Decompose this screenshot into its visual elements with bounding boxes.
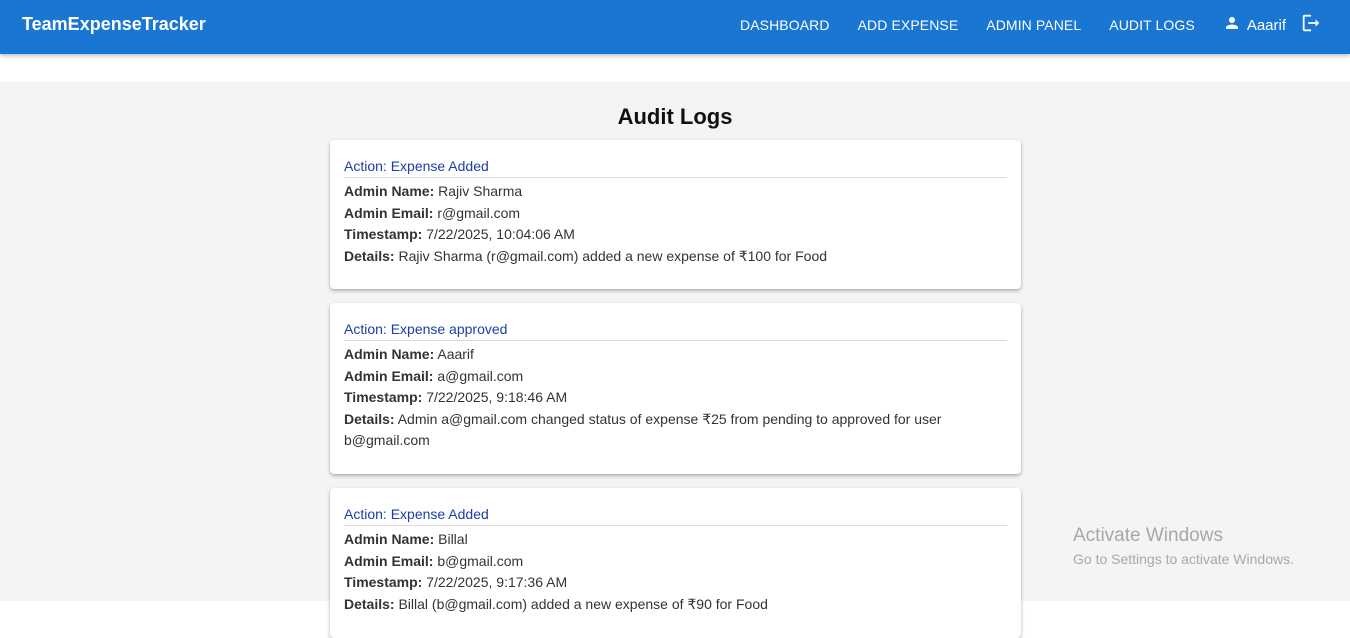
admin-name-row: Admin Name: Rajiv Sharma bbox=[344, 181, 1007, 203]
timestamp-label: Timestamp: bbox=[344, 574, 423, 590]
log-action: Action: Expense Added bbox=[344, 158, 1007, 178]
details-row: Details: Rajiv Sharma (r@gmail.com) adde… bbox=[344, 246, 1007, 268]
app-brand[interactable]: TeamExpenseTracker bbox=[22, 14, 206, 35]
admin-email-row: Admin Email: a@gmail.com bbox=[344, 366, 1007, 388]
admin-name-value: Aaarif bbox=[437, 346, 474, 362]
admin-email-value: r@gmail.com bbox=[437, 204, 521, 221]
watermark-title: Activate Windows bbox=[1073, 525, 1223, 546]
admin-email-value: a@gmail.com bbox=[437, 367, 524, 384]
timestamp-row: Timestamp: 7/22/2025, 10:04:06 AM bbox=[344, 224, 1007, 246]
admin-name-label: Admin Name: bbox=[344, 183, 435, 199]
audit-logs-page: Audit Logs Action: Expense Added Admin N… bbox=[0, 82, 1350, 638]
timestamp-value: 7/22/2025, 9:17:36 AM bbox=[426, 574, 568, 590]
nav-audit-logs[interactable]: AUDIT LOGS bbox=[1109, 17, 1195, 33]
admin-name-row: Admin Name: Billal bbox=[344, 529, 1007, 551]
details-value: Rajiv Sharma (r@gmail.com) added a new e… bbox=[398, 247, 828, 264]
log-card: Action: Expense Added Admin Name: Rajiv … bbox=[330, 140, 1021, 289]
admin-email-row: Admin Email: r@gmail.com bbox=[344, 203, 1007, 225]
logout-button[interactable] bbox=[1300, 12, 1322, 39]
admin-email-label: Admin Email: bbox=[344, 552, 434, 569]
admin-name-label: Admin Name: bbox=[344, 531, 435, 547]
timestamp-row: Timestamp: 7/22/2025, 9:18:46 AM bbox=[344, 387, 1007, 409]
details-row: Details: Admin a@gmail.com changed statu… bbox=[344, 409, 1007, 452]
timestamp-label: Timestamp: bbox=[344, 226, 423, 242]
details-row: Details: Billal (b@gmail.com) added a ne… bbox=[344, 594, 1007, 616]
details-value: Billal (b@gmail.com) added a new expense… bbox=[398, 595, 768, 612]
admin-email-value: b@gmail.com bbox=[437, 552, 524, 569]
admin-email-row: Admin Email: b@gmail.com bbox=[344, 551, 1007, 573]
timestamp-label: Timestamp: bbox=[344, 389, 423, 405]
user-menu[interactable]: Aaarif bbox=[1223, 14, 1286, 37]
admin-name-value: Rajiv Sharma bbox=[438, 183, 523, 199]
watermark-subtitle: Go to Settings to activate Windows. bbox=[1073, 551, 1294, 567]
log-card: Action: Expense Added Admin Name: Billal… bbox=[330, 488, 1021, 638]
details-value: Admin a@gmail.com changed status of expe… bbox=[344, 410, 942, 449]
log-card: Action: Expense approved Admin Name: Aaa… bbox=[330, 303, 1021, 474]
nav-dashboard[interactable]: DASHBOARD bbox=[740, 17, 830, 33]
log-action: Action: Expense approved bbox=[344, 321, 1007, 341]
user-name: Aaarif bbox=[1246, 16, 1286, 34]
admin-email-label: Admin Email: bbox=[344, 367, 434, 384]
details-label: Details: bbox=[344, 410, 395, 427]
timestamp-row: Timestamp: 7/22/2025, 9:17:36 AM bbox=[344, 572, 1007, 594]
admin-name-label: Admin Name: bbox=[344, 346, 435, 362]
person-icon bbox=[1223, 14, 1241, 37]
windows-activation-watermark: Activate Windows Go to Settings to activ… bbox=[1073, 525, 1294, 567]
app-bar: TeamExpenseTracker DASHBOARD ADD EXPENSE… bbox=[0, 0, 1350, 54]
timestamp-value: 7/22/2025, 9:18:46 AM bbox=[426, 389, 568, 405]
details-label: Details: bbox=[344, 595, 395, 612]
page-title: Audit Logs bbox=[617, 104, 733, 129]
admin-name-row: Admin Name: Aaarif bbox=[344, 344, 1007, 366]
nav-admin-panel[interactable]: ADMIN PANEL bbox=[986, 17, 1081, 33]
logout-icon bbox=[1300, 12, 1322, 39]
admin-email-label: Admin Email: bbox=[344, 204, 434, 221]
nav-add-expense[interactable]: ADD EXPENSE bbox=[858, 17, 959, 33]
top-nav: DASHBOARD ADD EXPENSE ADMIN PANEL AUDIT … bbox=[740, 0, 1350, 50]
admin-name-value: Billal bbox=[438, 531, 468, 547]
log-action: Action: Expense Added bbox=[344, 506, 1007, 526]
timestamp-value: 7/22/2025, 10:04:06 AM bbox=[426, 226, 575, 242]
details-label: Details: bbox=[344, 247, 395, 264]
